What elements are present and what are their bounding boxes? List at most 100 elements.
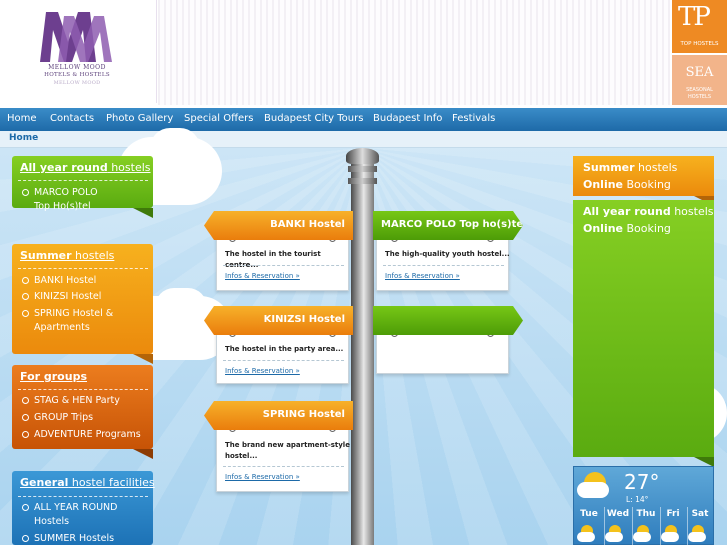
card-fold (133, 354, 153, 364)
weather-day-wed: Wed (606, 509, 630, 519)
summer-booking-line-1: Summer hostels (583, 161, 677, 174)
breadcrumb: Home (0, 131, 727, 148)
breadcrumb-home[interactable]: Home (9, 133, 38, 143)
low-temperature: L: 14° (626, 495, 649, 504)
seasonal-label-1: SEASONAL (686, 87, 713, 93)
all-year-online-booking-card[interactable]: All year round hostels Online Booking (573, 200, 714, 467)
general-facilities-card: General hostel facilities ALL YEAR ROUND… (12, 471, 155, 545)
list-item-spring[interactable]: SPRING Hostel & Apartments (22, 307, 114, 335)
nav-special-offers[interactable]: Special Offers (184, 113, 253, 124)
nav-festivals[interactable]: Festivals (452, 113, 495, 124)
bullet-icon (22, 431, 29, 438)
nav-budapest-info[interactable]: Budapest Info (373, 113, 442, 124)
site-header: MELLOW MOOD HOTELS & HOSTELS MELLOW MOOD… (0, 0, 727, 108)
list-item-summer[interactable]: SUMMER Hostels (22, 532, 115, 545)
nav-home[interactable]: Home (7, 113, 37, 124)
nav-photo-gallery[interactable]: Photo Gallery (106, 113, 173, 124)
heading-bold: General (20, 476, 69, 489)
list-item-all-year[interactable]: ALL YEAR ROUND Hostels (22, 501, 118, 529)
list-item-stag-hen[interactable]: STAG & HEN Party (22, 394, 120, 408)
list-item-adventure[interactable]: ADVENTURE Programs (22, 428, 141, 442)
all-year-booking-line-2: Online Booking (583, 222, 671, 235)
spring-info-note: The brand new apartment-style hostel... I… (216, 422, 350, 492)
top-hostels-badge[interactable]: TP TOP HOSTELS (672, 0, 727, 53)
spring-hostel-sign[interactable]: SPRING Hostel (204, 401, 353, 430)
spring-sign-label: SPRING Hostel (262, 409, 345, 420)
signpost-pole (351, 158, 374, 545)
marco-polo-description: The high-quality youth hostel... (385, 250, 510, 258)
list-item-label: KINIZSI Hostel (34, 291, 102, 302)
card-fold (133, 208, 153, 218)
list-item-label: Hostels (34, 516, 70, 527)
logo-line-3: MELLOW MOOD (53, 80, 101, 86)
logo-line-1: MELLOW MOOD (48, 64, 106, 71)
spring-description-2: hostel... (225, 452, 258, 460)
all-year-hostels-heading[interactable]: All year round hostels (20, 161, 151, 174)
card-fold (133, 449, 153, 459)
bullet-icon (22, 535, 29, 542)
summer-online-booking-card[interactable]: Summer hostels Online Booking (573, 156, 714, 206)
cloud (150, 128, 200, 168)
top-hostels-logo: TP (678, 2, 711, 32)
line-rest: hostels (670, 205, 714, 218)
marco-polo-reservation-link[interactable]: Infos & Reservation » (385, 272, 460, 280)
heading-rest: hostels (107, 161, 151, 174)
nav-budapest-city-tours[interactable]: Budapest City Tours (264, 113, 363, 124)
kinizsi-reservation-link[interactable]: Infos & Reservation » (225, 367, 300, 375)
spring-reservation-link[interactable]: Infos & Reservation » (225, 473, 300, 481)
header-banner (158, 0, 670, 105)
seasonal-hostels-badge[interactable]: SEA SEASONAL HOSTELS (672, 55, 727, 105)
marco-polo-sign[interactable]: MARCO POLO Top ho(s)tel (373, 211, 523, 240)
nav-contacts[interactable]: Contacts (50, 113, 94, 124)
heading-bold: For groups (20, 370, 87, 383)
marco-polo-sign-label: MARCO POLO Top ho(s)tel (381, 219, 527, 230)
line-rest: Booking (623, 178, 671, 191)
blank-info-note (376, 327, 509, 374)
list-item-label: STAG & HEN Party (34, 395, 120, 406)
summer-hostels-card: Summer hostels BANKI Hostel KINIZSI Host… (12, 244, 153, 364)
list-item-banki[interactable]: BANKI Hostel (22, 274, 97, 288)
banki-hostel-sign[interactable]: BANKI Hostel (204, 211, 353, 240)
kinizsi-sign-label: KINIZSI Hostel (263, 314, 345, 325)
line-rest: hostels (634, 161, 678, 174)
line-bold: Online (583, 178, 624, 191)
bullet-icon (22, 293, 29, 300)
divider (18, 389, 148, 390)
kinizsi-hostel-sign[interactable]: KINIZSI Hostel (204, 306, 353, 335)
heading-rest: hostels (71, 249, 115, 262)
weather-widget: 27° L: 14° Tue Wed Thu Fri Sat (573, 466, 714, 545)
line-bold: All year round (583, 205, 671, 218)
seasonal-label: SEASONAL HOSTELS (672, 87, 727, 101)
line-bold: Online (583, 222, 624, 235)
pole-ring (348, 166, 377, 172)
list-item-label: GROUP Trips (34, 412, 94, 423)
weather-day-sat: Sat (691, 509, 709, 519)
list-item-label: Apartments (34, 322, 90, 333)
bullet-icon (22, 310, 29, 317)
mellow-mood-logo[interactable]: MELLOW MOOD HOTELS & HOSTELS MELLOW MOOD (0, 0, 157, 103)
list-item-label: ALL YEAR ROUND (34, 502, 118, 513)
list-item-kinizsi[interactable]: KINIZSI Hostel (22, 290, 102, 304)
current-temperature: 27° (624, 470, 660, 494)
weather-day-thu: Thu (636, 509, 656, 519)
summer-hostels-heading[interactable]: Summer hostels (20, 249, 114, 262)
list-item-label: SUMMER Hostels (34, 533, 115, 544)
list-item-label: BANKI Hostel (34, 275, 97, 286)
for-groups-heading[interactable]: For groups (20, 370, 87, 383)
mm-monogram-icon (40, 12, 112, 62)
banki-reservation-link[interactable]: Infos & Reservation » (225, 272, 300, 280)
main-nav: Home Contacts Photo Gallery Special Offe… (0, 108, 727, 131)
blank-green-sign (373, 306, 523, 335)
list-item-label: Top Ho(s)tel (34, 201, 91, 212)
general-facilities-heading[interactable]: General hostel facilities (20, 476, 155, 489)
list-item-marco-polo[interactable]: MARCO POLO Top Ho(s)tel (22, 186, 98, 214)
spring-description-1: The brand new apartment-style (225, 441, 350, 449)
list-item-group-trips[interactable]: GROUP Trips (22, 411, 94, 425)
bullet-icon (22, 277, 29, 284)
divider (383, 265, 504, 266)
list-item-label: SPRING Hostel & (34, 308, 114, 319)
heading-rest: hostel facilities (68, 476, 155, 489)
list-item-label: ADVENTURE Programs (34, 429, 141, 440)
pole-ring (348, 178, 377, 184)
cloud (155, 288, 207, 326)
